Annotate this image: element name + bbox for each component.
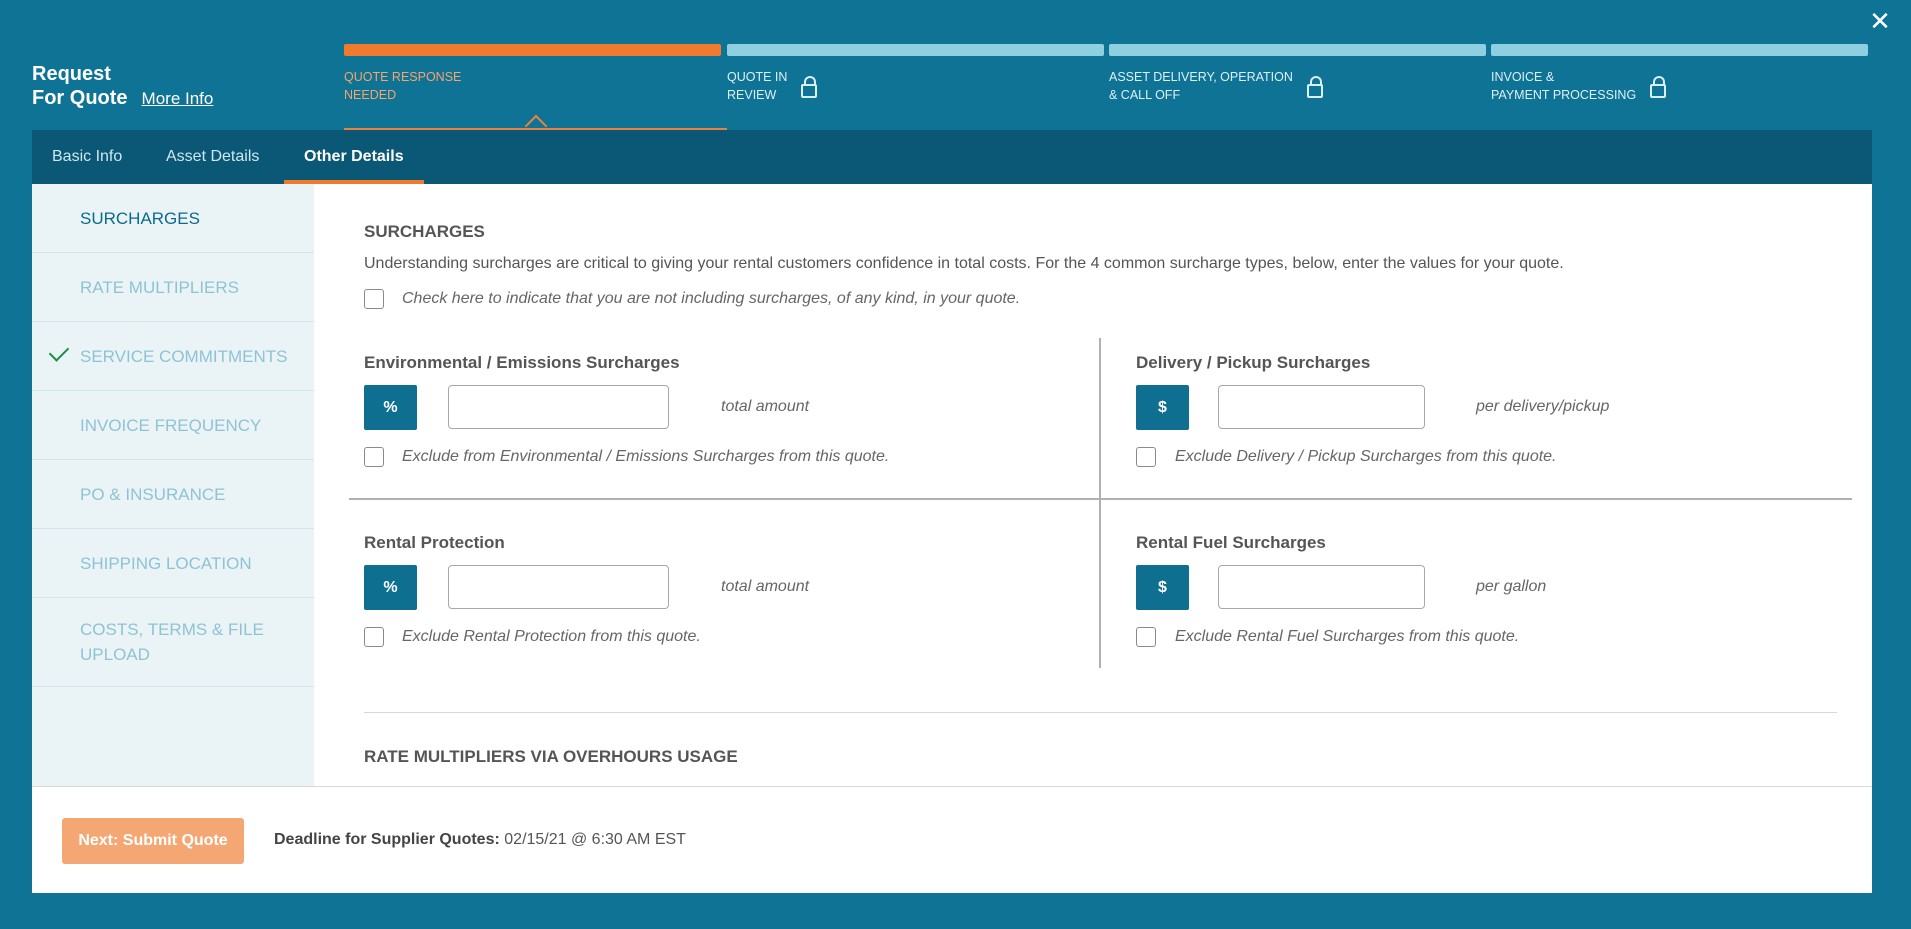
tab-bar: Basic Info Asset Details Other Details: [32, 130, 1872, 184]
environmental-unit-button[interactable]: %: [364, 385, 417, 430]
delivery-exclude-label: Exclude Delivery / Pickup Surcharges fro…: [1175, 448, 1557, 465]
fuel-exclude-label: Exclude Rental Fuel Surcharges from this…: [1175, 628, 1520, 645]
fuel-exclude-checkbox[interactable]: [1136, 627, 1156, 647]
environmental-exclude-label: Exclude from Environmental / Emissions S…: [402, 448, 890, 465]
section-separator: [364, 712, 1837, 713]
fuel-title: Rental Fuel Surcharges: [1136, 533, 1326, 552]
nav-surcharges[interactable]: SURCHARGES: [32, 184, 314, 253]
deadline-text: Deadline for Supplier Quotes: 02/15/21 @…: [274, 831, 686, 849]
nav-po-insurance[interactable]: PO & INSURANCE: [32, 460, 314, 529]
step-bar: [727, 44, 1104, 56]
rate-multipliers-heading: RATE MULTIPLIERS VIA OVERHOURS USAGE: [364, 747, 738, 766]
step-label: ASSET DELIVERY, OPERATION & CALL OFF: [1109, 70, 1293, 102]
delivery-exclude-checkbox[interactable]: [1136, 447, 1156, 467]
delivery-unit-text: per delivery/pickup: [1476, 398, 1610, 415]
lock-icon: [1306, 76, 1323, 98]
title-line-1: Request: [32, 63, 111, 85]
nav-costs-terms-upload[interactable]: COSTS, TERMS & FILE UPLOAD: [32, 598, 314, 687]
page-title: Request For Quote More Info: [32, 62, 213, 110]
surcharges-intro: Understanding surcharges are critical to…: [364, 255, 1564, 272]
deadline-value: 02/15/21 @ 6:30 AM EST: [504, 831, 686, 848]
main-panel: SURCHARGES RATE MULTIPLIERS SERVICE COMM…: [32, 184, 1872, 786]
lock-icon: [801, 76, 818, 98]
step-invoice-payment: INVOICE & PAYMENT PROCESSING: [1491, 44, 1868, 130]
footer-bar: Next: Submit Quote Deadline for Supplier…: [32, 786, 1872, 893]
surcharges-heading: SURCHARGES: [364, 222, 485, 241]
step-quote-review: QUOTE IN REVIEW: [727, 44, 1104, 130]
title-line-2: For Quote: [32, 87, 128, 109]
nav-label: INVOICE FREQUENCY: [80, 415, 262, 435]
step-bar: [1491, 44, 1868, 56]
step-bar: [1109, 44, 1486, 56]
fuel-unit-text: per gallon: [1476, 578, 1547, 595]
checkmark-icon: [48, 341, 70, 362]
environmental-unit-text: total amount: [721, 398, 810, 415]
delivery-unit-button[interactable]: $: [1136, 385, 1189, 430]
nav-shipping-location[interactable]: SHIPPING LOCATION: [32, 529, 314, 598]
deadline-label: Deadline for Supplier Quotes:: [274, 831, 500, 848]
protection-amount-input[interactable]: [448, 565, 669, 609]
surcharges-content: SURCHARGES Understanding surcharges are …: [314, 184, 1872, 786]
delivery-amount-input[interactable]: [1218, 385, 1425, 429]
close-icon[interactable]: ✕: [1867, 8, 1893, 34]
step-label: QUOTE RESPONSE NEEDED: [344, 70, 462, 102]
nav-invoice-frequency[interactable]: INVOICE FREQUENCY: [32, 391, 314, 460]
step-label: QUOTE IN REVIEW: [727, 70, 788, 102]
nav-label: COSTS, TERMS & FILE UPLOAD: [80, 620, 264, 664]
section-nav: SURCHARGES RATE MULTIPLIERS SERVICE COMM…: [32, 184, 314, 786]
submit-quote-button[interactable]: Next: Submit Quote: [62, 818, 244, 864]
environmental-title: Environmental / Emissions Surcharges: [364, 353, 680, 372]
nav-rate-multipliers[interactable]: RATE MULTIPLIERS: [32, 253, 314, 322]
tab-basic-info[interactable]: Basic Info: [32, 130, 142, 184]
nav-service-commitments[interactable]: SERVICE COMMITMENTS: [32, 322, 314, 391]
nav-label: PO & INSURANCE: [80, 484, 226, 504]
protection-unit-text: total amount: [721, 578, 810, 595]
grid-divider-vertical: [1099, 338, 1101, 668]
no-surcharges-checkbox[interactable]: [364, 289, 384, 309]
progress-steps: QUOTE RESPONSE NEEDED QUOTE IN REVIEW AS…: [344, 44, 1868, 130]
protection-exclude-checkbox[interactable]: [364, 627, 384, 647]
nav-label: RATE MULTIPLIERS: [80, 277, 240, 297]
nav-label: SHIPPING LOCATION: [80, 553, 252, 573]
nav-label: SURCHARGES: [80, 208, 200, 228]
step-label: INVOICE & PAYMENT PROCESSING: [1491, 70, 1637, 102]
environmental-amount-input[interactable]: [448, 385, 669, 429]
lock-icon: [1650, 76, 1667, 98]
fuel-unit-button[interactable]: $: [1136, 565, 1189, 610]
protection-unit-button[interactable]: %: [364, 565, 417, 610]
step-bar: [344, 44, 721, 56]
step-asset-delivery: ASSET DELIVERY, OPERATION & CALL OFF: [1109, 44, 1486, 130]
protection-title: Rental Protection: [364, 533, 505, 552]
protection-exclude-label: Exclude Rental Protection from this quot…: [402, 628, 701, 645]
delivery-title: Delivery / Pickup Surcharges: [1136, 353, 1371, 372]
grid-divider-horizontal: [349, 498, 1852, 500]
environmental-exclude-checkbox[interactable]: [364, 447, 384, 467]
more-info-link[interactable]: More Info: [142, 89, 214, 109]
fuel-amount-input[interactable]: [1218, 565, 1425, 609]
nav-label: SERVICE COMMITMENTS: [80, 346, 288, 366]
tab-other-details[interactable]: Other Details: [284, 130, 424, 184]
tab-asset-details[interactable]: Asset Details: [146, 130, 279, 184]
no-surcharges-label: Check here to indicate that you are not …: [402, 290, 1021, 307]
